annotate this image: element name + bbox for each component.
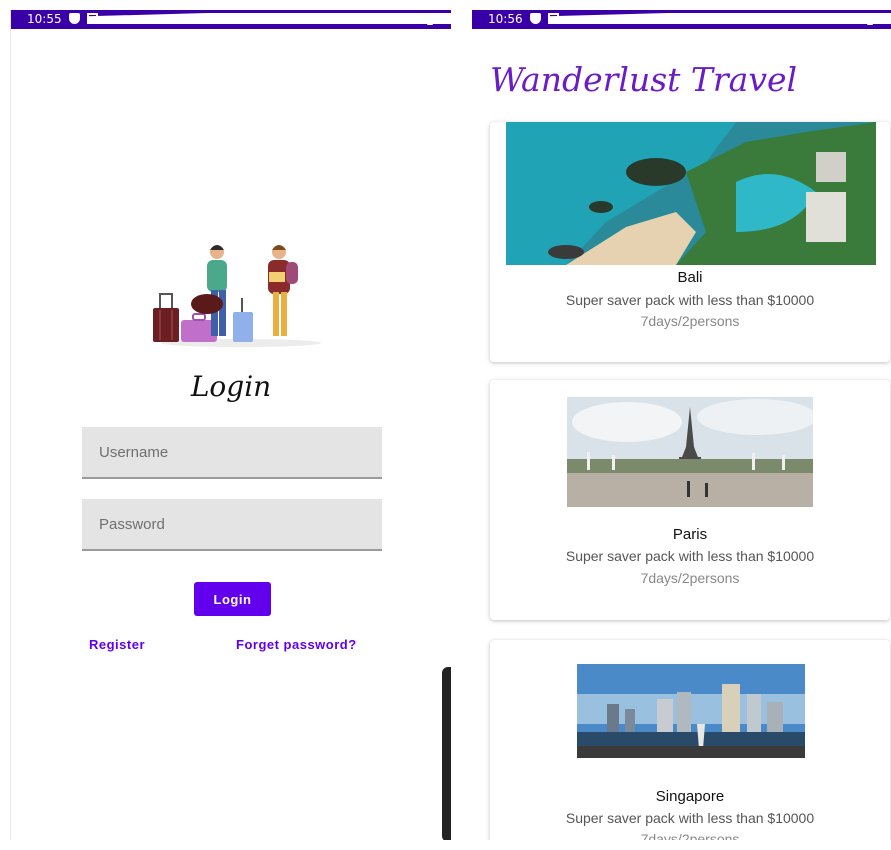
scroll-handle[interactable] — [442, 667, 451, 840]
login-title: Login — [190, 370, 272, 403]
battery-icon — [427, 13, 433, 25]
destination-meta: 7days/2persons — [640, 831, 740, 840]
register-link[interactable]: Register — [89, 637, 145, 652]
destinations-screen: 10:56 3G Wanderlust Travel Bali Super sa… — [472, 10, 891, 840]
battery-icon — [867, 13, 873, 25]
singapore-image — [577, 664, 805, 758]
destination-description: Super saver pack with less than $10000 — [565, 292, 815, 308]
bali-image — [506, 122, 876, 265]
password-input[interactable] — [82, 499, 416, 549]
password-field[interactable] — [82, 499, 416, 551]
signal-icon — [410, 14, 420, 24]
network-type: 3G — [389, 12, 406, 26]
status-bar: 10:55 3G — [11, 10, 451, 29]
login-screen: 10:55 3G Login Username Login Register F… — [10, 10, 451, 840]
destination-name: Bali — [677, 269, 703, 286]
signal-icon — [850, 14, 860, 24]
destination-card-bali[interactable]: Bali Super saver pack with less than $10… — [490, 122, 890, 362]
forget-password-link[interactable]: Forget password? — [236, 637, 357, 652]
network-type: 3G — [829, 12, 846, 26]
destination-card-singapore[interactable]: Singapore Super saver pack with less tha… — [490, 640, 890, 840]
status-time: 10:56 — [488, 12, 523, 26]
login-button[interactable]: Login — [194, 582, 271, 616]
app-title: Wanderlust Travel — [490, 60, 798, 99]
travelers-illustration-icon — [153, 245, 321, 347]
destination-description: Super saver pack with less than $10000 — [565, 810, 815, 826]
destination-description: Super saver pack with less than $10000 — [565, 548, 815, 564]
destination-meta: 7days/2persons — [640, 570, 740, 586]
destination-name: Paris — [672, 526, 708, 543]
shield-icon — [530, 13, 541, 24]
username-field[interactable] — [82, 427, 416, 479]
status-time: 10:55 — [27, 12, 62, 26]
destination-name: Singapore — [655, 788, 725, 805]
paris-image — [567, 397, 813, 507]
shield-icon — [69, 13, 80, 24]
destination-meta: 7days/2persons — [640, 313, 740, 329]
status-bar: 10:56 3G — [472, 10, 891, 29]
username-input[interactable] — [82, 427, 416, 477]
destination-card-paris[interactable]: Paris Super saver pack with less than $1… — [490, 380, 890, 620]
